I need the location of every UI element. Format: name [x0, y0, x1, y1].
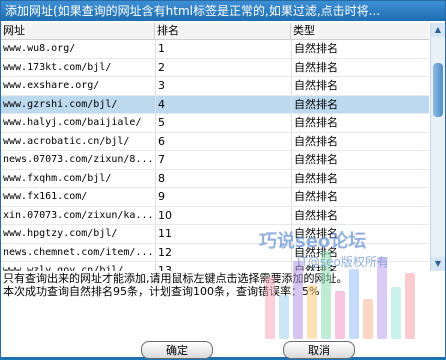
cell-type: 自然排名 — [291, 188, 429, 206]
scroll-up-icon[interactable]: ▲ — [431, 23, 445, 37]
column-header-type[interactable]: 类型 — [291, 23, 429, 39]
add-url-dialog: 添加网址(如果查询的网址含有html标签是正常的,如果过滤,点击时将... 网址… — [0, 0, 446, 359]
cell-rank: 3 — [155, 77, 291, 95]
cell-rank: 2 — [155, 58, 291, 77]
cell-url: www.fxqhm.com/bjl/ — [3, 172, 112, 184]
cell-url: xin.07073.com/zixun/ka... — [3, 209, 154, 221]
cell-url: www.173kt.com/bjl/ — [3, 61, 112, 73]
column-header-rank[interactable]: 排名 — [155, 23, 291, 39]
dialog-footer: 只有查询出来的网址才能添加,请用鼠标左键点击选择需要添加的网址。 本次成功查询自… — [1, 271, 445, 359]
cell-type: 自然排名 — [291, 114, 429, 132]
cell-type: 自然排名 — [291, 151, 429, 169]
table-row[interactable]: www.hpgtzy.com/bjl/11 自然排名 — [1, 225, 429, 244]
cell-rank: 9 — [155, 188, 291, 206]
dialog-title: 添加网址(如果查询的网址含有html标签是正常的,如果过滤,点击时将... — [1, 1, 445, 21]
column-header-url[interactable]: 网址 — [1, 23, 155, 39]
table-row[interactable]: news.chemnet.com/item/... 12 自然排名 — [1, 243, 429, 262]
table-row[interactable]: www.halyj.com/baijiale/5 自然排名 — [1, 114, 429, 133]
table-row[interactable]: www.wu8.org/1 自然排名 — [1, 40, 429, 59]
cell-rank: 6 — [155, 132, 291, 151]
status-text: 本次成功查询自然排名95条，计划查询100条，查询错误率：5% — [3, 285, 320, 298]
cell-type: 自然排名 — [291, 58, 429, 77]
cell-url: www.halyj.com/baijiale/ — [3, 117, 142, 128]
table-row[interactable]: news.07073.com/zixun/8... 7 自然排名 — [1, 151, 429, 170]
cell-type: 自然排名 — [291, 77, 429, 95]
cell-rank: 4 — [155, 95, 291, 114]
ok-button[interactable]: 确定 — [141, 341, 213, 359]
table-row[interactable]: www.exshare.org/3 自然排名 — [1, 77, 429, 96]
cell-rank: 7 — [155, 151, 291, 169]
table-row[interactable]: www.fxqhm.com/bjl/8 自然排名 — [1, 169, 429, 188]
cell-url: www.exshare.org/ — [3, 80, 100, 91]
cell-url: news.chemnet.com/item/... — [3, 246, 154, 258]
cell-type: 自然排名 — [291, 262, 429, 271]
list-header: 网址 排名 类型 — [1, 23, 429, 40]
cell-url: www.hpgtzy.com/bjl/ — [3, 228, 118, 239]
scrollbar-thumb[interactable] — [433, 63, 443, 117]
cell-rank: 10 — [155, 206, 291, 225]
cell-url: www.wu8.org/ — [3, 43, 76, 54]
cell-rank: 8 — [155, 169, 291, 188]
cell-url: news.07073.com/zixun/8... — [3, 154, 154, 165]
table-row[interactable]: www.wzly.gov.cn/bjl/13 自然排名 — [1, 262, 429, 271]
cell-type: 自然排名 — [291, 40, 429, 58]
cell-type: 自然排名 — [291, 132, 429, 151]
vertical-scrollbar[interactable]: ▲ ▼ — [430, 23, 445, 271]
cancel-button[interactable]: 取消 — [283, 341, 355, 359]
cell-type: 自然排名 — [291, 225, 429, 243]
cell-url: www.fx161.com/ — [3, 191, 88, 202]
scroll-down-icon[interactable]: ▼ — [431, 257, 445, 271]
instruction-text: 只有查询出来的网址才能添加,请用鼠标左键点击选择需要添加的网址。 — [3, 272, 348, 285]
cell-rank: 11 — [155, 225, 291, 243]
cell-type: 自然排名 — [291, 95, 429, 114]
table-row[interactable]: www.fx161.com/9 自然排名 — [1, 188, 429, 207]
table-row[interactable]: www.acrobatic.cn/bjl/6 自然排名 — [1, 132, 429, 151]
cell-url: www.acrobatic.cn/bjl/ — [3, 135, 130, 147]
cell-type: 自然排名 — [291, 206, 429, 225]
table-row[interactable]: www.gzrshi.com/bjl/4 自然排名 — [1, 95, 429, 114]
cell-type: 自然排名 — [291, 243, 429, 262]
table-row[interactable]: xin.07073.com/zixun/ka... 10 自然排名 — [1, 206, 429, 225]
cell-type: 自然排名 — [291, 169, 429, 188]
cell-rank: 1 — [155, 40, 291, 58]
cell-rank: 13 — [155, 262, 291, 271]
url-list[interactable]: 网址 排名 类型 www.wu8.org/1 自然排名 www.173kt.com/… — [1, 23, 445, 271]
list-rows: www.wu8.org/1 自然排名 www.173kt.com/bjl/2 自然排名… — [1, 40, 429, 271]
cell-rank: 5 — [155, 114, 291, 132]
cell-rank: 12 — [155, 243, 291, 262]
cell-url: www.wzly.gov.cn/bjl/ — [3, 265, 124, 271]
cell-url: www.gzrshi.com/bjl/ — [3, 98, 118, 110]
table-row[interactable]: www.173kt.com/bjl/2 自然排名 — [1, 58, 429, 77]
